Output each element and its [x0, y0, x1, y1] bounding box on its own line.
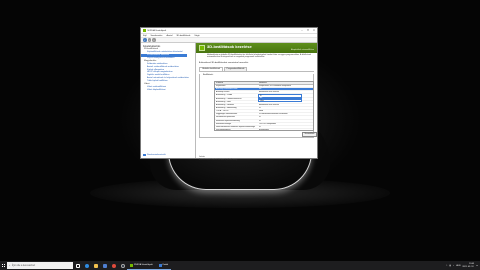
sidebar-item-video-image[interactable]: Videó képbeállításai: [141, 89, 195, 92]
network-icon[interactable]: ▤: [449, 265, 451, 267]
menu-edit[interactable]: Szerkesztés: [151, 35, 163, 37]
settings-grid: Funkció Beállítás Képélesítés Kikapcsolva…: [214, 80, 314, 131]
taskbar-app-label: Fotók: [162, 264, 169, 266]
close-button[interactable]: ✕: [311, 29, 317, 32]
nvidia-logo-icon: [143, 29, 146, 32]
settings-tabs: Globális beállítások Programbeállítások: [199, 66, 314, 72]
taskbar-app-nvidia[interactable]: NVIDIA Vezérlőpult: [127, 261, 156, 270]
setting-cell[interactable]: Ki: [258, 120, 313, 122]
feature-cell: Antialiasing – Gamma-korrekció: [216, 97, 242, 100]
restore-defaults-link[interactable]: Alapértékek visszaállítása: [291, 49, 314, 51]
volume-icon[interactable]: ♪: [453, 265, 454, 267]
taskbar: ⌕ Írjon ide a kereséshez NVIDIA Vezérlőp…: [0, 261, 480, 270]
notification-icon[interactable]: ▭: [476, 265, 478, 267]
menu-3d-settings[interactable]: 3D-beállítások: [176, 35, 190, 37]
setting-cell[interactable]: G-SYNC kompatibilis: [258, 123, 313, 125]
setting-cell[interactable]: Alkalmazás által vezérelt: [258, 104, 313, 106]
tab-global-settings[interactable]: Globális beállítások: [199, 66, 224, 71]
feature-cell: Antialiasing – Beállítás: [216, 103, 235, 106]
setting-cell[interactable]: Ki: [258, 116, 313, 118]
edge-icon[interactable]: [82, 261, 91, 270]
feature-cell: Antialiasing – Mód: [216, 100, 231, 103]
setting-cell[interactable]: 3D-alkalmazás-beállítás használata: [258, 113, 313, 115]
taskbar-search[interactable]: ⌕ Írjon ide a kereséshez: [7, 262, 73, 269]
back-arrow-icon[interactable]: ‹: [143, 38, 147, 42]
feature-cell: Antialiasing – FXAA: [216, 94, 232, 97]
feature-cell: Monitortechnológia: [216, 122, 232, 125]
nvidia-control-panel-window: NVIDIA Vezérlőpult – ☐ ✕ Fájl Szerkeszté…: [140, 27, 318, 161]
settings-label: Beállítások:: [203, 73, 214, 76]
tab-program-settings[interactable]: Programbeállítások: [223, 66, 248, 71]
search-placeholder: Írjon ide a kereséshez: [11, 264, 36, 267]
store-icon[interactable]: [100, 261, 109, 270]
steam-icon[interactable]: [118, 261, 127, 270]
system-info-label: Rendszerinformációk: [147, 153, 166, 156]
page-header: 3D-beállítások kezelése Alapértékek viss…: [196, 43, 317, 53]
file-explorer-icon[interactable]: [91, 261, 100, 270]
setting-cell[interactable]: Mind: [258, 110, 313, 112]
main-panel: 3D-beállítások kezelése Alapértékek viss…: [196, 43, 317, 161]
page-description: Módosíthatja a globális 3D-beállításokat…: [207, 54, 311, 59]
task-view-icon[interactable]: [73, 261, 82, 270]
setting-cell[interactable]: Automatikus: [258, 129, 313, 130]
tray-chevron-icon[interactable]: ^: [446, 265, 447, 267]
setting-dropdown-list[interactable]: Ki Be Ultra: [258, 93, 302, 103]
section-title: A következő 3D-beállításokat szeretném h…: [199, 61, 249, 64]
window-body: Feladatválasztás 3D-beállítások Képbeáll…: [141, 43, 317, 161]
setting-cell[interactable]: Be: [258, 88, 313, 91]
menu-desktop[interactable]: Asztal: [166, 35, 172, 37]
feature-cell: Függőleges szinkronizálás: [216, 113, 238, 116]
feature-cell: Háromszoros pufferelés: [216, 116, 236, 119]
description-text: A kiválasztott funkció leírása itt jelen…: [199, 158, 238, 161]
system-info-link[interactable]: Rendszerinformációk: [143, 153, 166, 156]
home-icon[interactable]: ⌂: [152, 38, 156, 42]
tab-panel: Beállítások: Funkció Beállítás Képélesít…: [199, 73, 317, 138]
feature-cell: Szál-optimalizálás: [216, 128, 231, 131]
system-info-icon: [143, 153, 146, 156]
column-header-feature: Funkció: [216, 81, 224, 84]
description-box: Leírás: A kiválasztott funkció leírása i…: [199, 156, 237, 161]
setting-cell[interactable]: Kikapcsolva, GPU-skálázás kikapcsolva: [258, 85, 313, 87]
system-tray: ^ ▤ ♪ HUN 13:45 2021. 03. 12. ▭: [444, 263, 480, 268]
forward-arrow-icon[interactable]: ›: [147, 38, 151, 42]
3d-settings-icon: [199, 44, 205, 51]
keyboard-language[interactable]: HUN: [456, 265, 460, 267]
setting-cell[interactable]: Ki: [258, 126, 313, 128]
feature-cell: Háttéralkalmazás maximális képkockasebes…: [216, 125, 256, 128]
feature-cell: Képélesítés: [216, 85, 226, 87]
restore-button[interactable]: Visszaállítás: [302, 131, 317, 137]
start-button[interactable]: [0, 261, 7, 270]
table-row[interactable]: Szál-optimalizálás Automatikus: [215, 128, 313, 131]
column-header-setting: Beállítás: [259, 81, 267, 84]
menu-help[interactable]: Súgó: [194, 35, 199, 37]
chrome-icon[interactable]: [109, 261, 118, 270]
window-title: NVIDIA Vezérlőpult: [147, 29, 167, 32]
taskbar-app-photos[interactable]: Fotók: [155, 261, 172, 270]
page-title: 3D-beállítások kezelése: [207, 44, 252, 49]
task-sidebar: Feladatválasztás 3D-beállítások Képbeáll…: [141, 43, 196, 158]
dropdown-option[interactable]: Ultra: [259, 100, 301, 103]
feature-cell: Alacsony késleltetésű mód: [215, 88, 259, 91]
windows-logo-icon: [1, 263, 6, 268]
feature-cell: Anizotróp szűrés: [216, 91, 230, 94]
grid-rows: Képélesítés Kikapcsolva, GPU-skálázás kik…: [215, 85, 313, 131]
feature-cell: CUDA – GPU-k: [216, 110, 229, 113]
clock[interactable]: 13:45 2021. 03. 12.: [462, 263, 474, 268]
clock-date: 2021. 03. 12.: [462, 265, 475, 268]
feature-cell: Antialiasing – Átlátszóság: [216, 106, 237, 109]
menu-file[interactable]: Fájl: [143, 35, 147, 37]
nvidia-app-icon: [130, 263, 133, 267]
settings-section: A következő 3D-beállításokat szeretném h…: [199, 62, 314, 64]
photos-app-icon: [158, 263, 162, 267]
search-icon: ⌕: [9, 264, 11, 267]
setting-cell[interactable]: Ki: [258, 107, 313, 109]
feature-cell: Maximális képkockasebesség: [216, 119, 240, 122]
taskbar-app-label: NVIDIA Vezérlőpult: [134, 264, 153, 266]
